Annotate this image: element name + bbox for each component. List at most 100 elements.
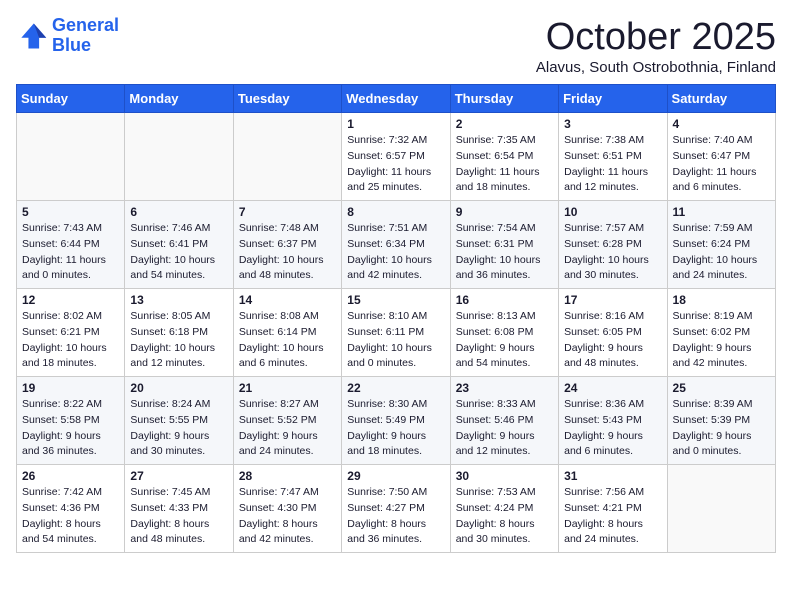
day-info: Sunrise: 7:46 AM Sunset: 6:41 PM Dayligh…: [130, 221, 227, 284]
weekday-header: Monday: [125, 85, 233, 113]
day-number: 7: [239, 205, 336, 219]
calendar-cell: 15Sunrise: 8:10 AM Sunset: 6:11 PM Dayli…: [342, 289, 450, 377]
weekday-header: Saturday: [667, 85, 775, 113]
day-info: Sunrise: 7:51 AM Sunset: 6:34 PM Dayligh…: [347, 221, 444, 284]
weekday-header: Friday: [559, 85, 667, 113]
calendar-cell: 21 Sunrise: 8:27 AM Sunset: 5:52 PM Dayli…: [233, 377, 341, 465]
day-info: Sunrise: 7:59 AM Sunset: 6:24 PM Dayligh…: [673, 221, 770, 284]
day-number: 4: [673, 117, 770, 131]
calendar-cell: 7 Sunrise: 7:48 AM Sunset: 6:37 PM Daylig…: [233, 201, 341, 289]
weekday-header: Thursday: [450, 85, 558, 113]
calendar-cell: 17 Sunrise: 8:16 AM Sunset: 6:05 PM Dayli…: [559, 289, 667, 377]
day-info: Sunrise: 8:10 AM Sunset: 6:11 PM Dayligh…: [347, 309, 444, 372]
day-number: 13: [130, 293, 227, 307]
calendar-cell: 10 Sunrise: 7:57 AM Sunset: 6:28 PM Dayli…: [559, 201, 667, 289]
calendar-cell: 30 Sunrise: 7:53 AM Sunset: 4:24 PM Dayli…: [450, 465, 558, 553]
calendar-cell: 5 Sunrise: 7:43 AM Sunset: 6:44 PM Daylig…: [17, 201, 125, 289]
day-number: 14: [239, 293, 336, 307]
calendar-cell: [17, 113, 125, 201]
calendar-cell: 14Sunrise: 8:08 AM Sunset: 6:14 PM Dayli…: [233, 289, 341, 377]
calendar-cell: 16 Sunrise: 8:13 AM Sunset: 6:08 PM Dayli…: [450, 289, 558, 377]
month-title: October 2025: [536, 16, 776, 59]
calendar-cell: 4 Sunrise: 7:40 AM Sunset: 6:47 PM Daylig…: [667, 113, 775, 201]
day-info: Sunrise: 7:38 AM Sunset: 6:51 PM Dayligh…: [564, 133, 661, 196]
calendar-cell: 2Sunrise: 7:35 AM Sunset: 6:54 PM Daylig…: [450, 113, 558, 201]
calendar-cell: [125, 113, 233, 201]
day-number: 25: [673, 381, 770, 395]
day-number: 17: [564, 293, 661, 307]
logo-line1: General: [52, 15, 119, 35]
day-number: 27: [130, 469, 227, 483]
day-info: Sunrise: 7:42 AM Sunset: 4:36 PM Dayligh…: [22, 485, 119, 548]
day-info: Sunrise: 7:43 AM Sunset: 6:44 PM Dayligh…: [22, 221, 119, 284]
calendar-week-row: 1Sunrise: 7:32 AM Sunset: 6:57 PM Daylig…: [17, 113, 776, 201]
day-number: 30: [456, 469, 553, 483]
day-info: Sunrise: 7:54 AM Sunset: 6:31 PM Dayligh…: [456, 221, 553, 284]
day-info: Sunrise: 7:56 AM Sunset: 4:21 PM Dayligh…: [564, 485, 661, 548]
calendar-cell: 26 Sunrise: 7:42 AM Sunset: 4:36 PM Dayli…: [17, 465, 125, 553]
calendar-cell: 19 Sunrise: 8:22 AM Sunset: 5:58 PM Dayli…: [17, 377, 125, 465]
day-number: 28: [239, 469, 336, 483]
day-info: Sunrise: 7:40 AM Sunset: 6:47 PM Dayligh…: [673, 133, 770, 196]
calendar-week-row: 12 Sunrise: 8:02 AM Sunset: 6:21 PM Dayli…: [17, 289, 776, 377]
calendar-cell: 28 Sunrise: 7:47 AM Sunset: 4:30 PM Dayli…: [233, 465, 341, 553]
calendar-cell: 23Sunrise: 8:33 AM Sunset: 5:46 PM Dayli…: [450, 377, 558, 465]
calendar-cell: [667, 465, 775, 553]
day-number: 22: [347, 381, 444, 395]
day-info: Sunrise: 7:47 AM Sunset: 4:30 PM Dayligh…: [239, 485, 336, 548]
day-info: Sunrise: 8:13 AM Sunset: 6:08 PM Dayligh…: [456, 309, 553, 372]
day-number: 18: [673, 293, 770, 307]
day-number: 10: [564, 205, 661, 219]
day-info: Sunrise: 7:32 AM Sunset: 6:57 PM Dayligh…: [347, 133, 444, 196]
calendar-cell: 20 Sunrise: 8:24 AM Sunset: 5:55 PM Dayli…: [125, 377, 233, 465]
calendar-cell: 12 Sunrise: 8:02 AM Sunset: 6:21 PM Dayli…: [17, 289, 125, 377]
day-info: Sunrise: 7:35 AM Sunset: 6:54 PM Dayligh…: [456, 133, 553, 196]
day-info: Sunrise: 8:02 AM Sunset: 6:21 PM Dayligh…: [22, 309, 119, 372]
page-header: General Blue October 2025 Alavus, South …: [16, 16, 776, 76]
calendar-cell: 18 Sunrise: 8:19 AM Sunset: 6:02 PM Dayli…: [667, 289, 775, 377]
calendar-week-row: 5 Sunrise: 7:43 AM Sunset: 6:44 PM Daylig…: [17, 201, 776, 289]
day-info: Sunrise: 8:16 AM Sunset: 6:05 PM Dayligh…: [564, 309, 661, 372]
day-info: Sunrise: 8:27 AM Sunset: 5:52 PM Dayligh…: [239, 397, 336, 460]
day-number: 20: [130, 381, 227, 395]
logo-line2: Blue: [52, 35, 91, 55]
day-info: Sunrise: 8:30 AM Sunset: 5:49 PM Dayligh…: [347, 397, 444, 460]
weekday-header: Tuesday: [233, 85, 341, 113]
day-info: Sunrise: 8:05 AM Sunset: 6:18 PM Dayligh…: [130, 309, 227, 372]
calendar-cell: 13 Sunrise: 8:05 AM Sunset: 6:18 PM Dayli…: [125, 289, 233, 377]
calendar-cell: 8 Sunrise: 7:51 AM Sunset: 6:34 PM Daylig…: [342, 201, 450, 289]
day-info: Sunrise: 7:45 AM Sunset: 4:33 PM Dayligh…: [130, 485, 227, 548]
day-number: 6: [130, 205, 227, 219]
day-number: 12: [22, 293, 119, 307]
day-number: 24: [564, 381, 661, 395]
day-number: 26: [22, 469, 119, 483]
logo-icon: [16, 20, 48, 52]
calendar-week-row: 19 Sunrise: 8:22 AM Sunset: 5:58 PM Dayli…: [17, 377, 776, 465]
day-number: 21: [239, 381, 336, 395]
day-info: Sunrise: 7:48 AM Sunset: 6:37 PM Dayligh…: [239, 221, 336, 284]
calendar-cell: 11Sunrise: 7:59 AM Sunset: 6:24 PM Dayli…: [667, 201, 775, 289]
calendar-cell: 25Sunrise: 8:39 AM Sunset: 5:39 PM Dayli…: [667, 377, 775, 465]
day-number: 5: [22, 205, 119, 219]
calendar-cell: 6 Sunrise: 7:46 AM Sunset: 6:41 PM Daylig…: [125, 201, 233, 289]
day-number: 9: [456, 205, 553, 219]
day-info: Sunrise: 7:57 AM Sunset: 6:28 PM Dayligh…: [564, 221, 661, 284]
day-info: Sunrise: 8:19 AM Sunset: 6:02 PM Dayligh…: [673, 309, 770, 372]
day-info: Sunrise: 7:53 AM Sunset: 4:24 PM Dayligh…: [456, 485, 553, 548]
day-info: Sunrise: 8:22 AM Sunset: 5:58 PM Dayligh…: [22, 397, 119, 460]
day-number: 8: [347, 205, 444, 219]
day-number: 16: [456, 293, 553, 307]
title-block: October 2025 Alavus, South Ostrobothnia,…: [536, 16, 776, 76]
weekday-header-row: SundayMondayTuesdayWednesdayThursdayFrid…: [17, 85, 776, 113]
day-number: 3: [564, 117, 661, 131]
calendar-cell: 24 Sunrise: 8:36 AM Sunset: 5:43 PM Dayli…: [559, 377, 667, 465]
day-number: 23: [456, 381, 553, 395]
calendar-cell: 27 Sunrise: 7:45 AM Sunset: 4:33 PM Dayli…: [125, 465, 233, 553]
calendar-cell: 3 Sunrise: 7:38 AM Sunset: 6:51 PM Daylig…: [559, 113, 667, 201]
day-info: Sunrise: 8:36 AM Sunset: 5:43 PM Dayligh…: [564, 397, 661, 460]
day-number: 19: [22, 381, 119, 395]
day-info: Sunrise: 7:50 AM Sunset: 4:27 PM Dayligh…: [347, 485, 444, 548]
day-number: 29: [347, 469, 444, 483]
logo-text: General Blue: [52, 16, 119, 56]
day-info: Sunrise: 8:24 AM Sunset: 5:55 PM Dayligh…: [130, 397, 227, 460]
